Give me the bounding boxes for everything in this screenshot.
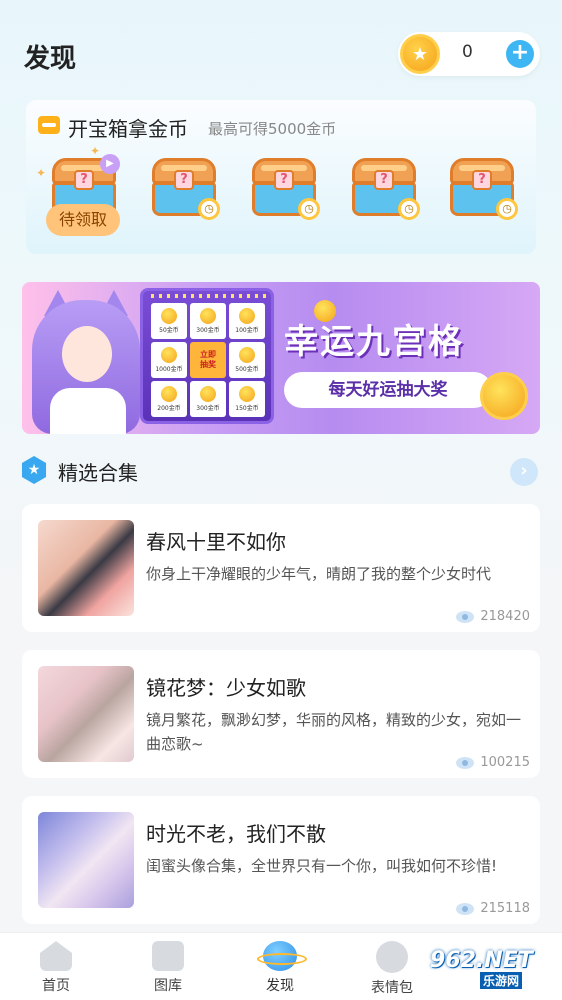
- grid-cell: 200金币: [151, 381, 187, 417]
- grid-cell: 50金币: [151, 303, 187, 339]
- chevron-right-icon[interactable]: ›: [510, 458, 538, 486]
- coin-balance[interactable]: ★ 0 +: [398, 32, 540, 76]
- collection-desc: 镜月繁花，飘渺幻梦，华丽的风格，精致的少女，宛如一曲恋歌~: [146, 711, 522, 753]
- treasure-chest-2[interactable]: ? ◷: [152, 158, 220, 220]
- grid-cell: 100金币: [229, 303, 265, 339]
- clock-icon: ◷: [198, 198, 220, 220]
- chest-lock-icon: ?: [74, 170, 94, 190]
- collection-desc: 闺蜜头像合集，全世界只有一个你，叫我如何不珍惜!: [146, 857, 498, 875]
- treasure-box-card: 开宝箱拿金币 最高可得5000金币 ✦ ✦ ? ▶ 待领取 ? ◷ ? ◷ ? …: [26, 100, 536, 254]
- treasure-title: 开宝箱拿金币: [68, 117, 188, 141]
- section-header: ★ 精选合集 ›: [20, 454, 542, 488]
- coin-count: 0: [462, 42, 473, 62]
- treasure-chest-3[interactable]: ? ◷: [252, 158, 320, 220]
- claim-button[interactable]: 待领取: [46, 204, 120, 236]
- collection-thumbnail: [38, 666, 134, 762]
- tab-gallery[interactable]: 图库: [128, 941, 208, 995]
- collection-thumbnail: [38, 812, 134, 908]
- treasure-chest-5[interactable]: ? ◷: [450, 158, 518, 220]
- lucky-grid-banner[interactable]: 50金币 300金币 100金币 1000金币 立即 抽奖 500金币 200金…: [22, 282, 540, 434]
- section-title: 精选合集: [58, 461, 138, 485]
- chest-lock-icon: ?: [374, 170, 394, 190]
- collection-desc: 你身上干净耀眼的少年气，晴朗了我的整个少女时代: [146, 565, 492, 583]
- treasure-subtitle: 最高可得5000金币: [208, 120, 337, 138]
- chest-lock-icon: ?: [274, 170, 294, 190]
- sparkle-icon: ✦: [36, 166, 47, 180]
- home-icon: [40, 941, 72, 971]
- eye-icon: [456, 610, 475, 623]
- tab-label: 发现: [266, 978, 294, 994]
- grid-cell: 300金币: [190, 303, 226, 339]
- lucky-grid-board: 50金币 300金币 100金币 1000金币 立即 抽奖 500金币 200金…: [140, 288, 274, 424]
- add-coins-button[interactable]: +: [506, 40, 534, 68]
- chest-lock-icon: ?: [472, 170, 492, 190]
- banner-pill: 每天好运抽大奖: [284, 372, 492, 408]
- banner-title: 幸运九宫格: [284, 322, 464, 362]
- eye-icon: [456, 756, 475, 769]
- clock-icon: ◷: [298, 198, 320, 220]
- collection-thumbnail: [38, 520, 134, 616]
- list-item[interactable]: 春风十里不如你 你身上干净耀眼的少年气，晴朗了我的整个少女时代 218420: [22, 504, 540, 632]
- list-item[interactable]: 时光不老，我们不散 闺蜜头像合集，全世界只有一个你，叫我如何不珍惜! 21511…: [22, 796, 540, 924]
- gallery-icon: [152, 941, 184, 971]
- tab-home[interactable]: 首页: [16, 941, 96, 995]
- wallet-icon: [38, 116, 60, 134]
- tab-label: 首页: [42, 978, 70, 994]
- tab-label: 图库: [154, 978, 182, 994]
- video-icon: ▶: [100, 154, 120, 174]
- sparkle-icon: ✦: [90, 144, 101, 158]
- page-title: 发现: [24, 44, 77, 74]
- collection-title: 镜花梦：少女如歌: [146, 676, 306, 700]
- star-icon: ★: [21, 456, 47, 484]
- grid-cell: 150金币: [229, 381, 265, 417]
- clock-icon: ◷: [496, 198, 518, 220]
- site-watermark-logo: 962.NET 乐游网: [430, 948, 533, 989]
- coin-icon: [480, 372, 528, 420]
- emoji-icon: [376, 941, 408, 973]
- treasure-chest-4[interactable]: ? ◷: [352, 158, 420, 220]
- tab-label: 表情包: [371, 980, 413, 996]
- view-count: 100215: [456, 755, 530, 770]
- grid-cell: 500金币: [229, 342, 265, 378]
- grid-cell: 300金币: [190, 381, 226, 417]
- eye-icon: [456, 902, 475, 915]
- tab-discover[interactable]: 发现: [240, 941, 320, 995]
- collection-title: 时光不老，我们不散: [146, 822, 326, 846]
- planet-icon: [257, 941, 307, 971]
- header: 发现 ★ 0 +: [0, 0, 562, 100]
- chest-lock-icon: ?: [174, 170, 194, 190]
- grid-cell: 1000金币: [151, 342, 187, 378]
- view-count: 215118: [456, 901, 530, 916]
- draw-now-cell: 立即 抽奖: [190, 342, 226, 378]
- list-item[interactable]: 镜花梦：少女如歌 镜月繁花，飘渺幻梦，华丽的风格，精致的少女，宛如一曲恋歌~ 1…: [22, 650, 540, 778]
- view-count: 218420: [456, 609, 530, 624]
- coin-icon: ★: [400, 34, 440, 74]
- clock-icon: ◷: [398, 198, 420, 220]
- banner-character-illustration: [32, 290, 140, 434]
- tab-stickers[interactable]: 表情包: [352, 941, 432, 997]
- collection-title: 春风十里不如你: [146, 530, 286, 554]
